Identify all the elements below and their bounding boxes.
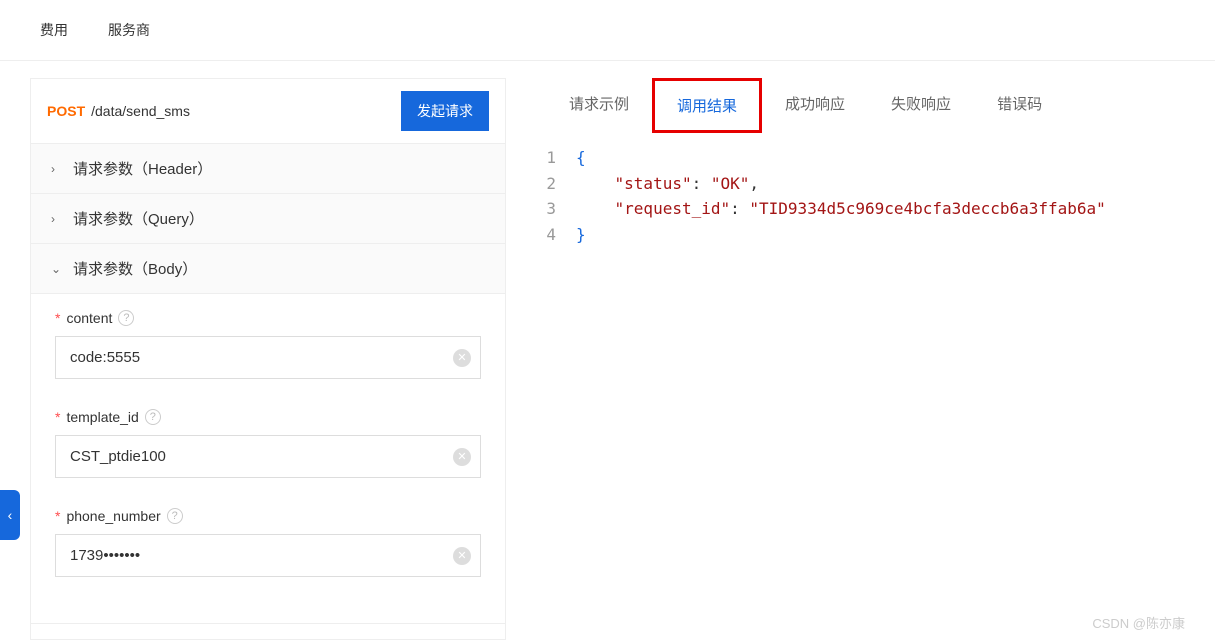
response-tabs: 请求示例调用结果成功响应失败响应错误码 [546, 78, 1215, 133]
help-icon[interactable]: ? [167, 508, 183, 524]
line-number: 2 [546, 171, 576, 197]
tab-2[interactable]: 成功响应 [762, 78, 868, 133]
label-text: template_id [66, 409, 138, 425]
tab-1[interactable]: 调用结果 [652, 78, 762, 133]
section-header-params[interactable]: › 请求参数（Header） [31, 144, 505, 194]
body-form: * content ? ✕ * template_id ? ✕ [31, 294, 505, 624]
code-line: 2 "status": "OK", [546, 171, 1215, 197]
help-icon[interactable]: ? [145, 409, 161, 425]
input-wrap: ✕ [55, 435, 481, 478]
request-line: POST /data/send_sms 发起请求 [31, 79, 505, 144]
http-method: POST [47, 103, 85, 119]
code-line: 1{ [546, 145, 1215, 171]
clear-icon[interactable]: ✕ [453, 448, 471, 466]
tab-3[interactable]: 失败响应 [868, 78, 974, 133]
send-request-button[interactable]: 发起请求 [401, 91, 489, 131]
required-star-icon: * [55, 508, 60, 524]
http-path: /data/send_sms [91, 103, 401, 119]
field-phone-number: * phone_number ? ✕ [55, 508, 481, 585]
response-panel: 请求示例调用结果成功响应失败响应错误码 1{2 "status": "OK",3… [506, 78, 1215, 640]
field-content: * content ? ✕ [55, 310, 481, 387]
section-query-params[interactable]: › 请求参数（Query） [31, 194, 505, 244]
main-area: POST /data/send_sms 发起请求 › 请求参数（Header） … [30, 78, 1215, 640]
line-content: "request_id": "TID9334d5c969ce4bcfa3decc… [576, 196, 1106, 222]
nav-item-fee[interactable]: 费用 [40, 20, 68, 40]
code-line: 3 "request_id": "TID9334d5c969ce4bcfa3de… [546, 196, 1215, 222]
code-line: 4} [546, 222, 1215, 248]
clear-icon[interactable]: ✕ [453, 547, 471, 565]
help-icon[interactable]: ? [118, 310, 134, 326]
line-content: } [576, 222, 586, 248]
line-content: { [576, 145, 586, 171]
chevron-right-icon: › [51, 162, 63, 176]
side-handle[interactable]: ‹ [0, 490, 20, 540]
label-text: content [66, 310, 112, 326]
required-star-icon: * [55, 310, 60, 326]
response-code: 1{2 "status": "OK",3 "request_id": "TID9… [546, 133, 1215, 247]
content-input[interactable] [55, 336, 481, 379]
field-label: * phone_number ? [55, 508, 481, 524]
chevron-right-icon: › [51, 212, 63, 226]
nav-item-provider[interactable]: 服务商 [108, 20, 150, 40]
input-wrap: ✕ [55, 336, 481, 379]
tab-0[interactable]: 请求示例 [546, 78, 652, 133]
template-id-input[interactable] [55, 435, 481, 478]
section-title: 请求参数（Header） [73, 158, 212, 179]
chevron-left-icon: ‹ [8, 507, 13, 523]
section-body-params[interactable]: ⌄ 请求参数（Body） [31, 244, 505, 294]
line-content: "status": "OK", [576, 171, 759, 197]
field-label: * template_id ? [55, 409, 481, 425]
required-star-icon: * [55, 409, 60, 425]
section-title: 请求参数（Query） [73, 208, 204, 229]
clear-icon[interactable]: ✕ [453, 349, 471, 367]
watermark: CSDN @陈亦康 [1092, 613, 1185, 632]
label-text: phone_number [66, 508, 160, 524]
field-label: * content ? [55, 310, 481, 326]
line-number: 3 [546, 196, 576, 222]
input-wrap: ✕ [55, 534, 481, 577]
tab-4[interactable]: 错误码 [974, 78, 1065, 133]
section-title: 请求参数（Body） [73, 258, 197, 279]
phone-number-input[interactable] [55, 534, 481, 577]
chevron-down-icon: ⌄ [51, 262, 63, 276]
field-template-id: * template_id ? ✕ [55, 409, 481, 486]
top-nav: 费用 服务商 [0, 0, 1215, 61]
line-number: 4 [546, 222, 576, 248]
line-number: 1 [546, 145, 576, 171]
request-panel: POST /data/send_sms 发起请求 › 请求参数（Header） … [30, 78, 506, 640]
